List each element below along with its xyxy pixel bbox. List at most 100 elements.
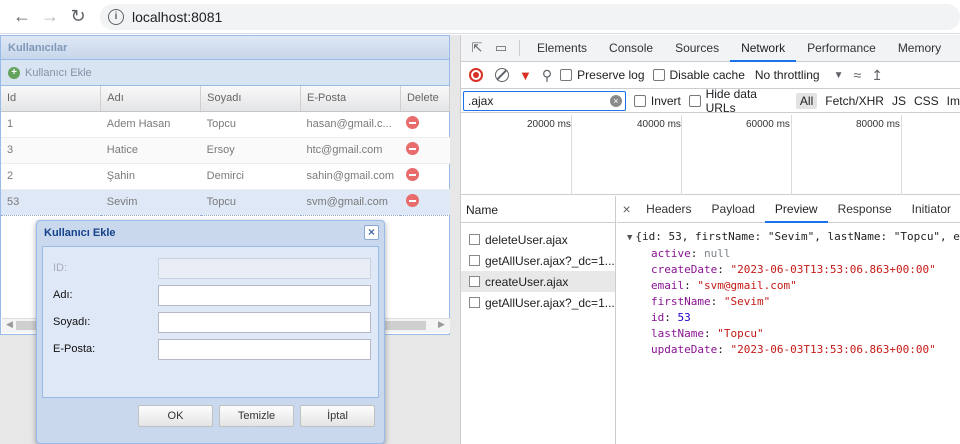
- preserve-log-checkbox[interactable]: Preserve log: [560, 68, 645, 82]
- checkbox-icon[interactable]: [560, 69, 573, 81]
- import-icon[interactable]: ↥: [871, 67, 883, 84]
- request-details: × Headers Payload Preview Response Initi…: [617, 196, 960, 444]
- name-field[interactable]: [158, 284, 371, 306]
- clear-button[interactable]: Temizle: [219, 405, 294, 427]
- arrow-right-icon[interactable]: →: [36, 3, 64, 31]
- json-preview: ▼ {id: 53, firstName: "Sevim", lastName: …: [617, 223, 960, 364]
- dialog-form: ID: Adı: Soyadı: E-Posta:: [42, 246, 379, 398]
- timeline-tick: [681, 115, 682, 195]
- json-key: firstName: [651, 295, 711, 308]
- devtools-panel: ⇱ ▭ Elements Console Sources Network Per…: [460, 35, 960, 444]
- tab-network[interactable]: Network: [730, 35, 797, 62]
- invert-checkbox[interactable]: Invert: [633, 94, 681, 108]
- table-row[interactable]: 3 Hatice Ersoy htc@gmail.com: [1, 137, 450, 164]
- column-header-id[interactable]: Id: [1, 86, 102, 112]
- cell-delete: [400, 163, 450, 190]
- throttling-select[interactable]: No throttling: [755, 68, 820, 82]
- ok-button[interactable]: OK: [138, 405, 213, 427]
- surname-field-row: Soyadı:: [53, 311, 373, 333]
- cell-email: hasan@gmail.c...: [300, 111, 401, 138]
- filter-icon[interactable]: ▼: [519, 68, 532, 83]
- request-row[interactable]: createUser.ajax: [461, 271, 615, 292]
- cancel-button[interactable]: İptal: [300, 405, 375, 427]
- checkbox-icon[interactable]: [688, 94, 701, 107]
- tab-headers[interactable]: Headers: [636, 196, 701, 223]
- close-icon[interactable]: ×: [364, 225, 379, 240]
- column-header-delete[interactable]: Delete: [400, 86, 451, 112]
- delete-icon[interactable]: [406, 142, 420, 155]
- type-filter-img[interactable]: Im: [947, 94, 960, 108]
- dialog-title-bar[interactable]: Kullanıcı Ekle ×: [37, 221, 384, 245]
- chevron-down-icon[interactable]: ▼: [834, 70, 844, 81]
- hide-data-urls-label: Hide data URLs: [705, 86, 757, 115]
- json-property: updateDate: "2023-06-03T13:53:06.863+00:…: [651, 343, 936, 356]
- record-icon[interactable]: [469, 68, 483, 82]
- arrow-left-icon[interactable]: ←: [8, 3, 36, 31]
- timeline-tick: [571, 115, 572, 195]
- request-row[interactable]: getAllUser.ajax?_dc=1...: [461, 250, 615, 271]
- tab-memory[interactable]: Memory: [887, 35, 952, 62]
- tab-payload[interactable]: Payload: [702, 196, 765, 223]
- column-header-surname[interactable]: Soyadı: [200, 86, 301, 112]
- inspect-icon[interactable]: ⇱: [465, 40, 489, 56]
- file-icon: [469, 297, 480, 308]
- tab-performance[interactable]: Performance: [796, 35, 887, 62]
- checkbox-icon[interactable]: [633, 94, 646, 107]
- timeline-tick: [901, 115, 902, 195]
- add-user-dialog: Kullanıcı Ekle × ID: Adı: Soyadı: E-Post…: [36, 220, 385, 444]
- email-field[interactable]: [158, 338, 371, 360]
- filter-input[interactable]: .ajax ×: [463, 90, 626, 111]
- tab-initiator[interactable]: Initiator: [902, 196, 960, 223]
- hide-data-urls-checkbox[interactable]: Hide data URLs: [688, 86, 788, 115]
- expand-caret-icon[interactable]: ▼: [627, 233, 632, 243]
- column-header-name[interactable]: Adı: [100, 86, 202, 112]
- device-toolbar-icon[interactable]: ▭: [489, 40, 513, 56]
- json-property: firstName: "Sevim": [651, 295, 771, 308]
- tab-sources[interactable]: Sources: [664, 35, 730, 62]
- file-icon: [469, 255, 480, 266]
- type-filter-all[interactable]: All: [795, 92, 818, 109]
- delete-icon[interactable]: [406, 168, 420, 181]
- delete-icon[interactable]: [406, 116, 420, 129]
- name-column-header[interactable]: Name: [461, 196, 615, 223]
- tab-preview[interactable]: Preview: [764, 196, 828, 223]
- cell-surname: Demirci: [200, 163, 301, 190]
- tab-console[interactable]: Console: [598, 35, 664, 62]
- detail-tabs: × Headers Payload Preview Response Initi…: [617, 196, 960, 223]
- table-row[interactable]: 53 Sevim Topcu svm@gmail.com: [1, 188, 450, 216]
- table-row[interactable]: 1 Adem Hasan Topcu hasan@gmail.c...: [1, 111, 450, 138]
- type-filter-js[interactable]: JS: [892, 94, 906, 108]
- address-bar[interactable]: i localhost:8081: [100, 3, 960, 30]
- column-header-email[interactable]: E-Posta: [300, 86, 401, 112]
- scroll-left-icon[interactable]: ◀: [6, 319, 13, 330]
- scroll-right-icon[interactable]: ▶: [438, 319, 445, 330]
- reload-icon[interactable]: ↻: [64, 3, 92, 31]
- request-row[interactable]: getAllUser.ajax?_dc=1...: [461, 292, 615, 313]
- request-name: getAllUser.ajax?_dc=1...: [485, 253, 615, 268]
- request-name: getAllUser.ajax?_dc=1...: [485, 295, 615, 310]
- surname-field[interactable]: [158, 311, 371, 333]
- clear-filter-icon[interactable]: ×: [609, 94, 622, 107]
- request-row[interactable]: deleteUser.ajax: [461, 229, 615, 250]
- tab-elements[interactable]: Elements: [526, 35, 598, 62]
- network-conditions-icon[interactable]: ≈: [854, 67, 862, 83]
- dialog-title: Kullanıcı Ekle: [44, 227, 116, 239]
- json-summary[interactable]: ▼ {id: 53, firstName: "Sevim", lastName: …: [627, 229, 960, 246]
- add-user-button[interactable]: Kullanıcı Ekle: [25, 67, 92, 79]
- id-label: ID:: [53, 262, 68, 274]
- timeline-tick-label: 60000 ms: [746, 119, 790, 130]
- info-icon[interactable]: i: [108, 8, 124, 25]
- delete-icon[interactable]: [406, 194, 420, 207]
- disable-cache-checkbox[interactable]: Disable cache: [652, 68, 745, 82]
- clear-icon[interactable]: [495, 68, 509, 82]
- type-filter-fetch-xhr[interactable]: Fetch/XHR: [825, 94, 884, 108]
- network-timeline[interactable]: 20000 ms 40000 ms 60000 ms 80000 ms: [461, 115, 960, 195]
- close-icon[interactable]: ×: [617, 201, 636, 217]
- checkbox-icon[interactable]: [652, 69, 665, 81]
- add-icon[interactable]: +: [8, 66, 20, 79]
- search-icon[interactable]: ⚲: [542, 67, 552, 84]
- json-key: createDate: [651, 263, 718, 276]
- tab-response[interactable]: Response: [828, 196, 902, 223]
- type-filter-css[interactable]: CSS: [914, 94, 939, 108]
- table-row[interactable]: 2 Şahin Demirci sahin@gmail.com: [1, 163, 450, 190]
